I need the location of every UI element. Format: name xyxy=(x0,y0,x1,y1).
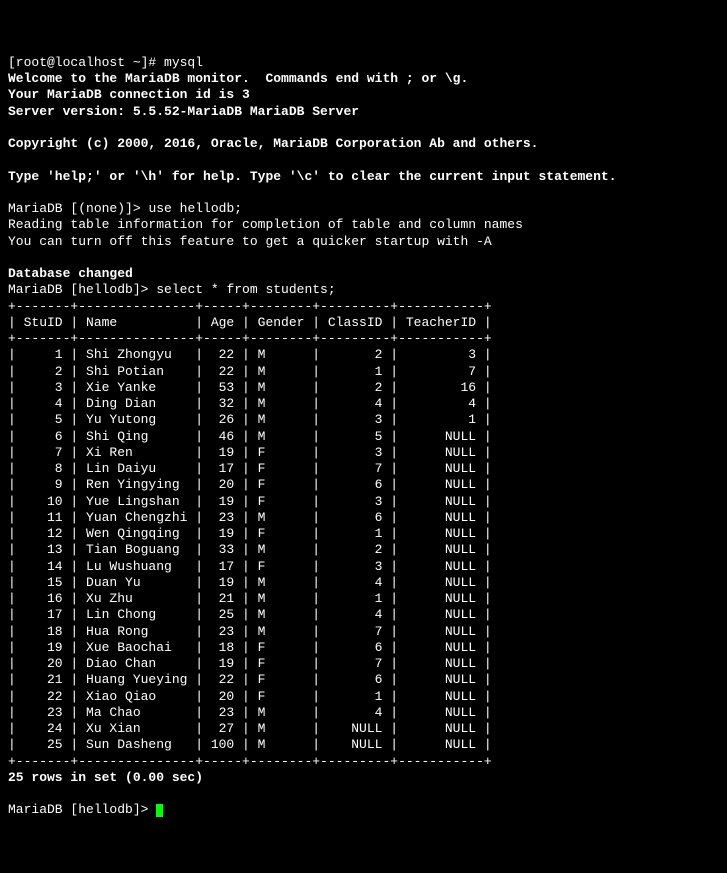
cursor-icon[interactable] xyxy=(156,804,163,817)
table-row: | 14 | Lu Wushuang | 17 | F | 3 | NULL | xyxy=(8,559,492,574)
table-row: | 21 | Huang Yueying | 22 | F | 6 | NULL… xyxy=(8,672,492,687)
table-row: | 22 | Xiao Qiao | 20 | F | 1 | NULL | xyxy=(8,689,492,704)
table-row: | 1 | Shi Zhongyu | 22 | M | 2 | 3 | xyxy=(8,347,492,362)
shell-command: mysql xyxy=(164,55,203,70)
table-row: | 18 | Hua Rong | 23 | M | 7 | NULL | xyxy=(8,624,492,639)
welcome-line-3: Server version: 5.5.52-MariaDB MariaDB S… xyxy=(8,104,359,119)
table-row: | 9 | Ren Yingying | 20 | F | 6 | NULL | xyxy=(8,477,492,492)
table-row: | 13 | Tian Boguang | 33 | M | 2 | NULL … xyxy=(8,542,492,557)
shell-prompt: [root@localhost ~]# xyxy=(8,55,164,70)
help-line: Type 'help;' or '\h' for help. Type '\c'… xyxy=(8,169,617,184)
table-row: | 12 | Wen Qingqing | 19 | F | 1 | NULL … xyxy=(8,526,492,541)
mariadb-prompt-current[interactable]: MariaDB [hellodb]> xyxy=(8,802,156,817)
table-row: | 24 | Xu Xian | 27 | M | NULL | NULL | xyxy=(8,721,492,736)
table-row: | 20 | Diao Chan | 19 | F | 7 | NULL | xyxy=(8,656,492,671)
table-separator-top: +-------+---------------+-----+--------+… xyxy=(8,299,492,314)
table-row: | 6 | Shi Qing | 46 | M | 5 | NULL | xyxy=(8,429,492,444)
table-row: | 8 | Lin Daiyu | 17 | F | 7 | NULL | xyxy=(8,461,492,476)
table-row: | 23 | Ma Chao | 23 | M | 4 | NULL | xyxy=(8,705,492,720)
table-row: | 3 | Xie Yanke | 53 | M | 2 | 16 | xyxy=(8,380,492,395)
table-row: | 15 | Duan Yu | 19 | M | 4 | NULL | xyxy=(8,575,492,590)
result-footer: 25 rows in set (0.00 sec) xyxy=(8,770,203,785)
database-changed: Database changed xyxy=(8,266,133,281)
table-row: | 2 | Shi Potian | 22 | M | 1 | 7 | xyxy=(8,364,492,379)
table-separator-bottom: +-------+---------------+-----+--------+… xyxy=(8,754,492,769)
table-row: | 19 | Xue Baochai | 18 | F | 6 | NULL | xyxy=(8,640,492,655)
table-row: | 25 | Sun Dasheng | 100 | M | NULL | NU… xyxy=(8,737,492,752)
copyright-line: Copyright (c) 2000, 2016, Oracle, MariaD… xyxy=(8,136,539,151)
sql-command-use: use hellodb; xyxy=(148,201,242,216)
table-row: | 10 | Yue Lingshan | 19 | F | 3 | NULL … xyxy=(8,494,492,509)
table-row: | 16 | Xu Zhu | 21 | M | 1 | NULL | xyxy=(8,591,492,606)
table-row: | 17 | Lin Chong | 25 | M | 4 | NULL | xyxy=(8,607,492,622)
table-separator-mid: +-------+---------------+-----+--------+… xyxy=(8,331,492,346)
table-header: | StuID | Name | Age | Gender | ClassID … xyxy=(8,315,492,330)
table-row: | 5 | Yu Yutong | 26 | M | 3 | 1 | xyxy=(8,412,492,427)
table-row: | 7 | Xi Ren | 19 | F | 3 | NULL | xyxy=(8,445,492,460)
sql-command-select: select * from students; xyxy=(156,282,335,297)
table-row: | 4 | Ding Dian | 32 | M | 4 | 4 | xyxy=(8,396,492,411)
welcome-line-2: Your MariaDB connection id is 3 xyxy=(8,87,250,102)
mariadb-prompt-none: MariaDB [(none)]> xyxy=(8,201,148,216)
welcome-line-1: Welcome to the MariaDB monitor. Commands… xyxy=(8,71,468,86)
use-msg-1: Reading table information for completion… xyxy=(8,217,523,232)
use-msg-2: You can turn off this feature to get a q… xyxy=(8,234,492,249)
mariadb-prompt-hellodb: MariaDB [hellodb]> xyxy=(8,282,156,297)
table-row: | 11 | Yuan Chengzhi | 23 | M | 6 | NULL… xyxy=(8,510,492,525)
